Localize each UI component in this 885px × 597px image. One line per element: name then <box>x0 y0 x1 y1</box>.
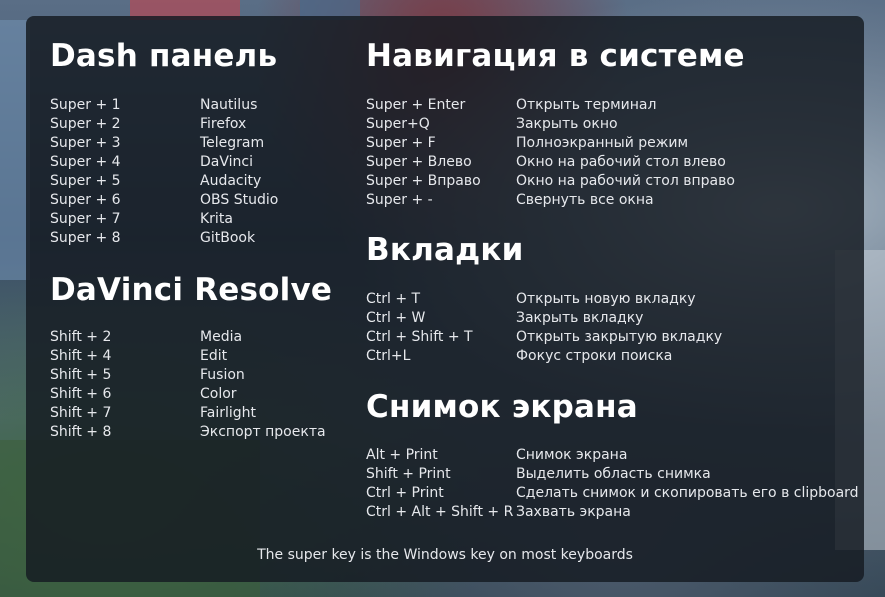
shortcut-row: Super + F Полноэкранный режим <box>366 134 688 153</box>
shortcut-row: Shift + 4 Edit <box>50 347 227 366</box>
shortcut-action: Audacity <box>200 173 262 189</box>
shortcut-action: Захвать экрана <box>516 504 631 520</box>
shortcut-action: Окно на рабочий стол вправо <box>516 173 735 189</box>
shortcut-action: Выделить область снимка <box>516 466 711 482</box>
shortcut-row: Super + 8 GitBook <box>50 229 255 248</box>
shortcut-action: Свернуть все окна <box>516 192 654 208</box>
shortcut-action: Закрыть окно <box>516 116 618 132</box>
shortcut-row: Ctrl+L Фокус строки поиска <box>366 347 672 366</box>
shortcut-row: Super+Q Закрыть окно <box>366 115 618 134</box>
shortcut-row: Super + 6 OBS Studio <box>50 191 278 210</box>
shortcut-action: GitBook <box>200 230 256 246</box>
shortcut-key: Ctrl + Print <box>366 485 444 501</box>
dash-section-title: Dash панель <box>50 38 278 74</box>
shortcut-row: Super + 7 Krita <box>50 210 233 229</box>
shortcut-row: Super + 5 Audacity <box>50 172 261 191</box>
shortcut-action: OBS Studio <box>200 192 279 208</box>
shortcut-key: Super + Влево <box>366 154 472 170</box>
shortcut-action: Fairlight <box>200 405 257 421</box>
shortcut-action: Media <box>200 329 243 345</box>
shortcut-action: Открыть новую вкладку <box>516 291 696 307</box>
shortcut-action: Edit <box>200 348 228 364</box>
shortcut-row: Ctrl + Alt + Shift + R Захвать экрана <box>366 503 631 522</box>
shortcut-key: Super + 1 <box>50 97 121 113</box>
shortcut-key: Super + Вправо <box>366 173 481 189</box>
shortcut-key: Shift + 5 <box>50 367 112 383</box>
shortcut-row: Shift + 5 Fusion <box>50 366 245 385</box>
shortcut-action: Fusion <box>200 367 245 383</box>
shortcut-action: Nautilus <box>200 97 258 113</box>
shortcut-row: Shift + 7 Fairlight <box>50 404 256 423</box>
shortcut-row: Ctrl + T Открыть новую вкладку <box>366 290 696 309</box>
footer-hint: The super key is the Windows key on most… <box>257 547 633 563</box>
shortcut-key: Ctrl+L <box>366 348 411 364</box>
shortcut-key: Super + - <box>366 192 433 208</box>
shortcut-row: Ctrl + Shift + T Открыть закрытую вкладку <box>366 328 722 347</box>
shortcut-action: Telegram <box>200 135 265 151</box>
shortcut-key: Shift + 6 <box>50 386 112 402</box>
tabs-section-title: Вкладки <box>366 232 524 268</box>
shortcut-action: Экспорт проекта <box>200 424 326 440</box>
shortcut-key: Shift + 2 <box>50 329 112 345</box>
shortcut-row: Super + Enter Открыть терминал <box>366 96 656 115</box>
shortcut-key: Super + 4 <box>50 154 121 170</box>
shortcut-action: Сделать снимок и скопировать его в clipb… <box>516 485 859 501</box>
shortcut-key: Shift + Print <box>366 466 451 482</box>
shortcut-action: Открыть закрытую вкладку <box>516 329 723 345</box>
shortcut-key: Super + 6 <box>50 192 121 208</box>
shortcut-action: Закрыть вкладку <box>516 310 644 326</box>
shortcut-key: Shift + 7 <box>50 405 112 421</box>
screenshot-section-title: Снимок экрана <box>366 389 638 425</box>
shortcut-row: Alt + Print Снимок экрана <box>366 446 627 465</box>
shortcut-key: Shift + 8 <box>50 424 112 440</box>
shortcut-key: Ctrl + T <box>366 291 421 307</box>
shortcut-row: Shift + 2 Media <box>50 328 242 347</box>
shortcut-key: Shift + 4 <box>50 348 112 364</box>
shortcut-action: Окно на рабочий стол влево <box>516 154 726 170</box>
shortcut-row: Shift + Print Выделить область снимка <box>366 465 711 484</box>
shortcut-row: Super + 4 DaVinci <box>50 153 253 172</box>
shortcut-row: Super + 3 Telegram <box>50 134 264 153</box>
shortcut-action: Firefox <box>200 116 247 132</box>
shortcut-row: Shift + 8 Экспорт проекта <box>50 423 326 442</box>
shortcut-key: Super+Q <box>366 116 430 132</box>
shortcut-key: Ctrl + Shift + T <box>366 329 473 345</box>
shortcut-row: Super + 1 Nautilus <box>50 96 257 115</box>
shortcut-row: Shift + 6 Color <box>50 385 237 404</box>
davinci-section-title: DaVinci Resolve <box>50 272 333 308</box>
shortcut-action: Фокус строки поиска <box>516 348 673 364</box>
shortcut-key: Super + 3 <box>50 135 121 151</box>
navigation-section-title: Навигация в системе <box>366 38 745 74</box>
shortcut-row: Super + - Свернуть все окна <box>366 191 654 210</box>
shortcut-action: Color <box>200 386 237 402</box>
shortcut-action: Снимок экрана <box>516 447 628 463</box>
shortcut-action: Krita <box>200 211 233 227</box>
shortcut-key: Super + 7 <box>50 211 121 227</box>
shortcut-row: Super + Влево Окно на рабочий стол влево <box>366 153 726 172</box>
shortcut-key: Ctrl + W <box>366 310 426 326</box>
shortcut-row: Super + Вправо Окно на рабочий стол вправ… <box>366 172 735 191</box>
shortcut-row: Ctrl + W Закрыть вкладку <box>366 309 643 328</box>
shortcut-key: Super + 8 <box>50 230 121 246</box>
shortcut-key: Super + 2 <box>50 116 121 132</box>
shortcut-key: Super + 5 <box>50 173 121 189</box>
shortcut-key: Ctrl + Alt + Shift + R <box>366 504 514 520</box>
shortcut-row: Ctrl + Print Сделать снимок и скопировать… <box>366 484 859 503</box>
shortcut-key: Super + Enter <box>366 97 466 113</box>
shortcut-key: Alt + Print <box>366 447 438 463</box>
shortcut-action: Полноэкранный режим <box>516 135 689 151</box>
shortcut-action: DaVinci <box>200 154 253 170</box>
shortcut-action: Открыть терминал <box>516 97 657 113</box>
shortcut-key: Super + F <box>366 135 436 151</box>
shortcut-row: Super + 2 Firefox <box>50 115 246 134</box>
